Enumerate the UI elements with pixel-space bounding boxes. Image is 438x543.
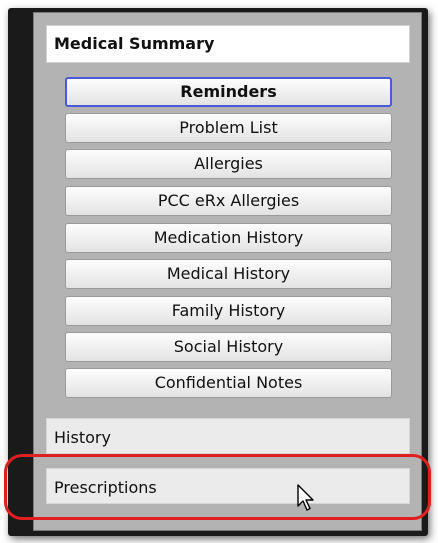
mouse-pointer-icon (297, 484, 314, 511)
medical-summary-panel: Medical Summary Reminders Problem List A… (33, 12, 422, 531)
family-history-button[interactable]: Family History (65, 296, 392, 326)
medical-summary-header[interactable]: Medical Summary (46, 25, 410, 63)
allergies-button[interactable]: Allergies (65, 149, 392, 179)
social-history-button[interactable]: Social History (65, 332, 392, 362)
problem-list-button[interactable]: Problem List (65, 113, 392, 143)
history-section[interactable]: History (46, 418, 410, 454)
confidential-notes-button[interactable]: Confidential Notes (65, 368, 392, 398)
medical-history-button[interactable]: Medical History (65, 259, 392, 289)
medication-history-button[interactable]: Medication History (65, 223, 392, 253)
pcc-erx-allergies-button[interactable]: PCC eRx Allergies (65, 186, 392, 216)
reminders-button[interactable]: Reminders (65, 77, 392, 107)
prescriptions-section[interactable]: Prescriptions (46, 468, 410, 504)
